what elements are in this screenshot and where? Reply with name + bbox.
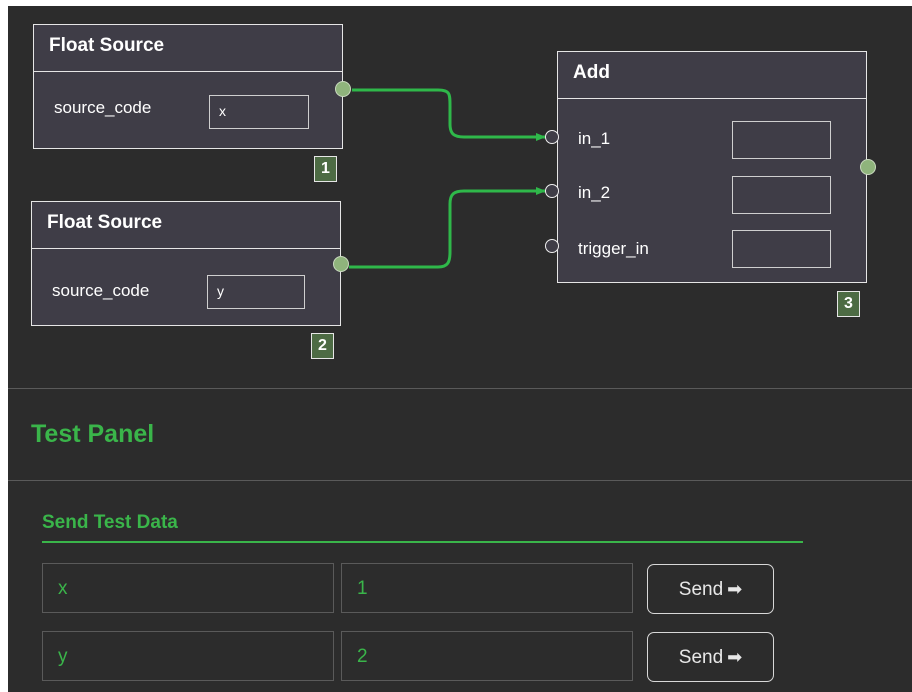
- port-label-trigger-in: trigger_in: [578, 239, 649, 258]
- node-id-badge: 1: [314, 156, 337, 182]
- send-button-label: Send: [678, 647, 724, 668]
- test-key-field[interactable]: y: [42, 631, 334, 681]
- test-key-field[interactable]: x: [42, 563, 334, 613]
- connection-wire-1-to-in1[interactable]: [352, 88, 546, 141]
- test-value-field[interactable]: 2: [341, 631, 633, 681]
- panel-divider: [8, 480, 912, 481]
- in-2-value-field[interactable]: [732, 176, 831, 214]
- send-button[interactable]: Send ➡: [647, 632, 774, 682]
- node-title: Float Source: [32, 202, 340, 249]
- port-label-in-2: in_2: [578, 183, 611, 202]
- input-port-trigger-in[interactable]: [545, 239, 559, 253]
- test-value-field[interactable]: 1: [341, 563, 633, 613]
- node-id-badge: 3: [837, 291, 860, 317]
- arrow-right-icon: ➡: [727, 579, 743, 599]
- output-port-node-2[interactable]: [333, 256, 349, 272]
- node-title: Add: [558, 52, 866, 99]
- source-code-input[interactable]: x: [209, 95, 309, 129]
- param-label-source-code: source_code: [52, 281, 150, 300]
- float-source-node-2[interactable]: Float Source source_code y: [31, 201, 341, 326]
- node-id-badge: 2: [311, 333, 334, 359]
- source-code-input[interactable]: y: [207, 275, 305, 309]
- output-port-add[interactable]: [860, 159, 876, 175]
- node-canvas[interactable]: Float Source source_code x 1 Float Sourc…: [8, 6, 912, 390]
- section-underline: [42, 541, 803, 543]
- input-port-in-2[interactable]: [545, 184, 559, 198]
- node-title: Float Source: [34, 25, 342, 72]
- input-port-in-1[interactable]: [545, 130, 559, 144]
- add-node[interactable]: Add in_1 in_2 trigger_in: [557, 51, 867, 283]
- param-label-source-code: source_code: [54, 98, 152, 117]
- in-1-value-field[interactable]: [732, 121, 831, 159]
- arrow-right-icon: ➡: [727, 647, 743, 667]
- canvas-divider: [8, 388, 912, 389]
- connection-wire-2-to-in2[interactable]: [349, 187, 546, 269]
- send-button-label: Send: [678, 579, 724, 600]
- port-label-in-1: in_1: [578, 129, 611, 148]
- float-source-node-1[interactable]: Float Source source_code x: [33, 24, 343, 149]
- test-panel-title: Test Panel: [31, 420, 155, 448]
- trigger-in-value-field[interactable]: [732, 230, 831, 268]
- flow-editor-app: Float Source source_code x 1 Float Sourc…: [8, 6, 912, 692]
- send-test-data-heading: Send Test Data: [42, 512, 178, 533]
- send-button[interactable]: Send ➡: [647, 564, 774, 614]
- output-port-node-1[interactable]: [335, 81, 351, 97]
